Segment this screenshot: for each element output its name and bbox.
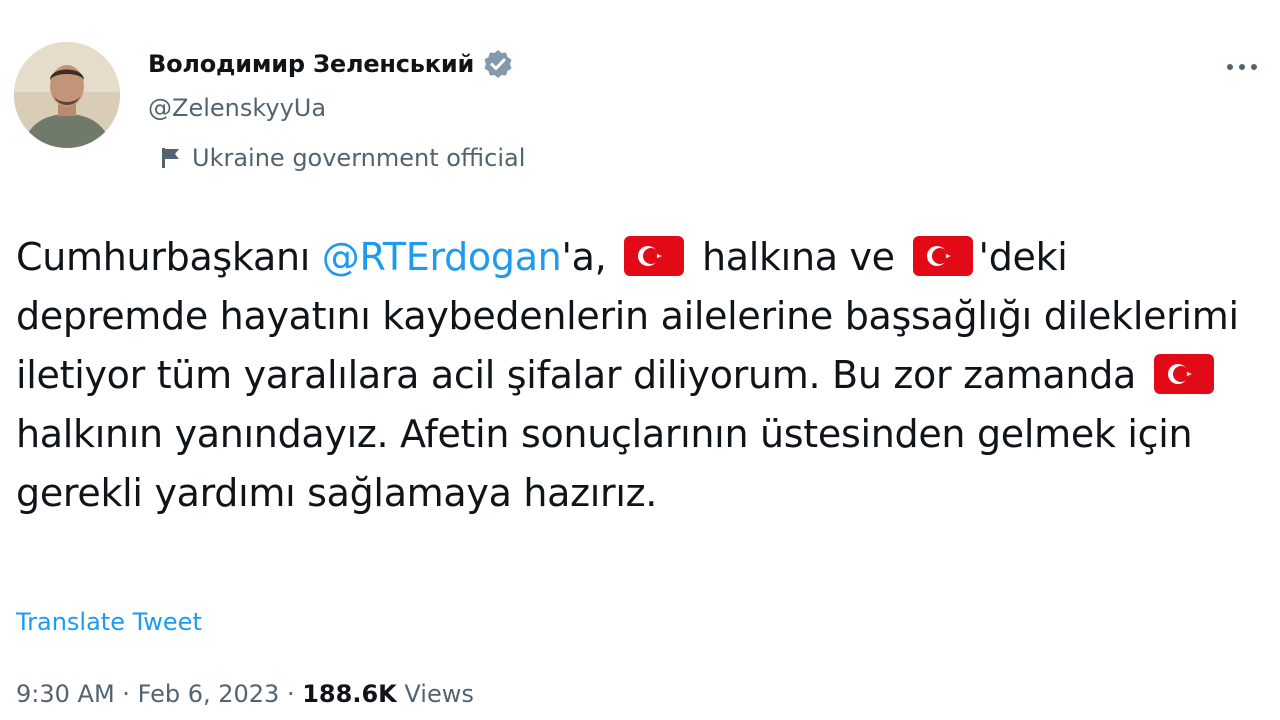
mention-link[interactable]: @RTErdogan <box>322 235 562 279</box>
views-count: 188.6K <box>302 680 397 708</box>
tweet-time[interactable]: 9:30 AM <box>16 680 115 708</box>
views-label: Views <box>404 680 474 708</box>
translate-tweet-link[interactable]: Translate Tweet <box>16 608 202 636</box>
author-handle[interactable]: @ZelenskyyUa <box>148 94 326 122</box>
tweet-text: Cumhurbaşkanı @RTErdogan'a, halkına ve '… <box>16 228 1266 523</box>
affiliation-label: Ukraine government official <box>160 144 525 172</box>
tweet-text-part: halkına ve <box>690 235 907 279</box>
tweet-meta: 9:30 AM · Feb 6, 2023 · 188.6K Views <box>16 680 474 708</box>
author-display-name[interactable]: Володимир Зеленський <box>148 50 474 78</box>
turkey-flag-icon <box>912 234 973 276</box>
author-name-row: Володимир Зеленський <box>148 48 514 80</box>
affiliation-label-text: Ukraine government official <box>192 144 526 172</box>
meta-separator: · <box>286 680 295 708</box>
tweet-date[interactable]: Feb 6, 2023 <box>138 680 280 708</box>
turkey-flag-icon <box>624 234 685 276</box>
tweet-text-part: 'a, <box>561 235 619 279</box>
meta-separator: · <box>122 680 130 708</box>
flag-icon <box>160 146 182 170</box>
verified-badge-icon <box>482 48 514 80</box>
avatar[interactable] <box>14 42 120 148</box>
more-options-icon[interactable] <box>1226 50 1258 78</box>
tweet-text-part: Cumhurbaşkanı <box>16 235 322 279</box>
turkey-flag-icon <box>1153 352 1214 394</box>
tweet-text-part: halkının yanındayız. Afetin sonuçlarının… <box>16 412 1193 515</box>
